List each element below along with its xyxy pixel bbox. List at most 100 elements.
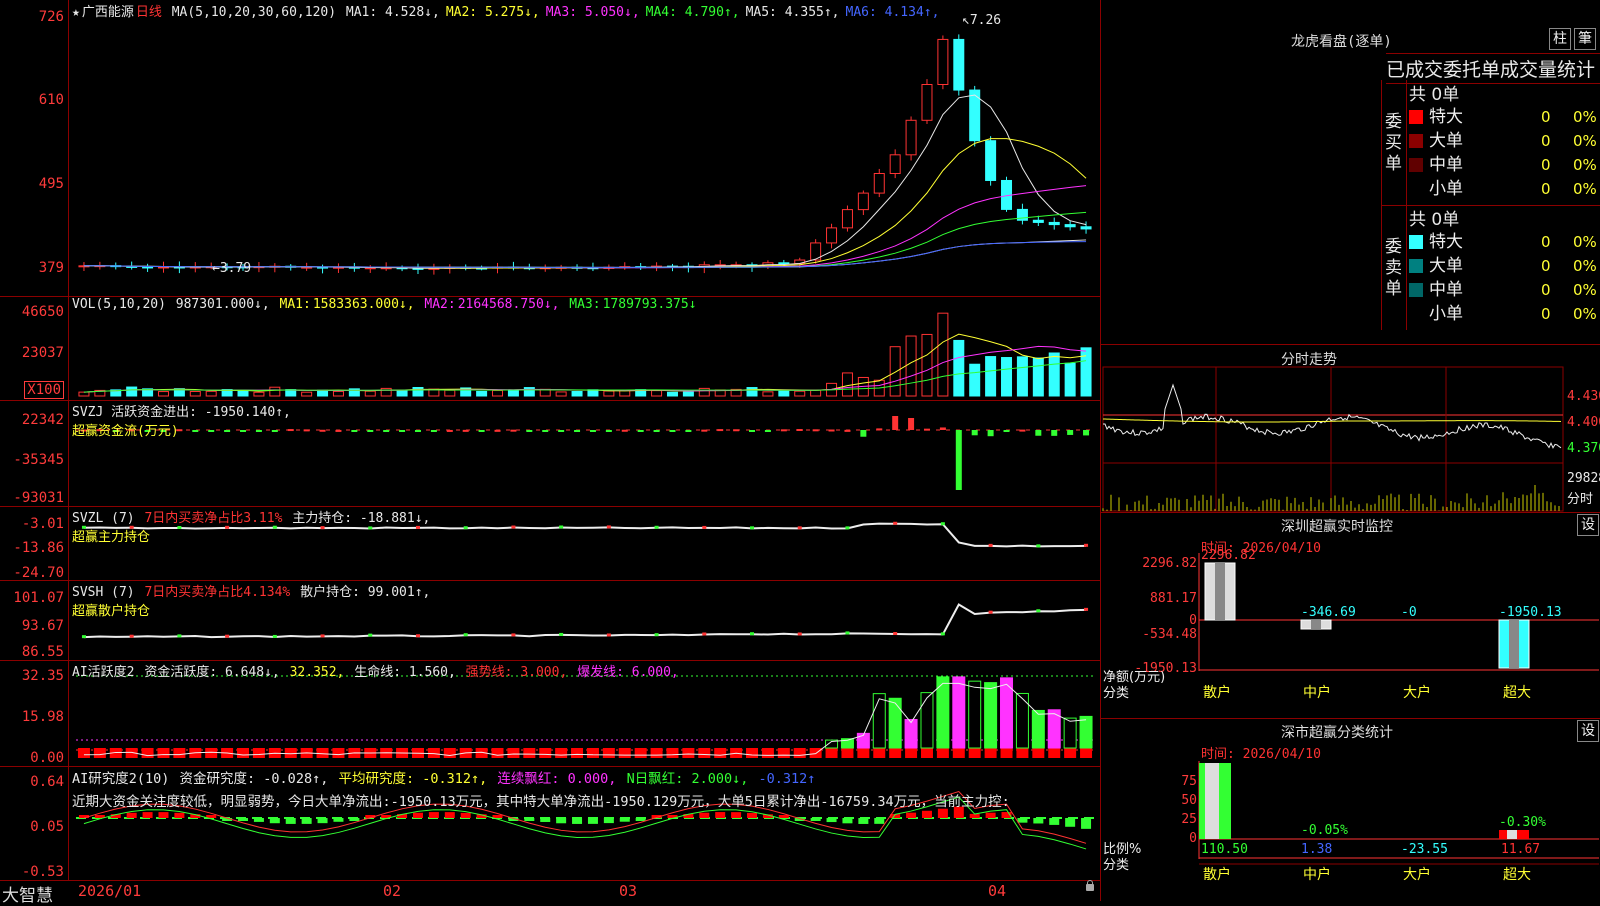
fund-flow-bar: [367, 430, 374, 432]
lock-icon[interactable]: [1086, 884, 1094, 891]
color-swatch: [1409, 259, 1423, 273]
activity-base-bar: [841, 748, 854, 758]
volume-bar: [317, 389, 329, 397]
intraday-panel[interactable]: 分时走势 4.430 4.400 4.370 29828 分时: [1100, 344, 1600, 513]
activity-base-bar: [93, 748, 106, 758]
bar-view-button[interactable]: 柱: [1549, 28, 1571, 50]
holding-marker: [559, 525, 564, 529]
category-label: 超大: [1503, 867, 1531, 883]
volume-bar: [937, 312, 949, 397]
research-bar: [1065, 818, 1076, 827]
fund-flow-bar: [844, 429, 851, 432]
monitor-panel[interactable]: 深圳超赢实时监控 设 2296.82 881.17 0 -534.48 -1950.13…: [1100, 512, 1600, 719]
ai-research-panel[interactable]: 0.64 0.05 -0.53 AI研究度2(10) 资金研究度: -0.028…: [0, 766, 1100, 880]
category-label: 中户: [1303, 684, 1331, 701]
fund-flow-bar: [1067, 430, 1074, 435]
holding-marker: [845, 526, 850, 530]
fund-flow-bar: [892, 416, 899, 430]
fund-flow-bar: [1019, 429, 1026, 432]
kline-chart[interactable]: [0, 0, 1100, 296]
volume-bar: [444, 389, 456, 397]
activity-base-bar: [237, 748, 250, 758]
volume-bar: [189, 390, 201, 397]
order-percent: 0%: [1573, 108, 1597, 126]
period-label[interactable]: 日线: [136, 5, 162, 20]
ma-line: [83, 211, 1087, 269]
intraday-chart[interactable]: [1101, 345, 1600, 513]
classify-value: 1.38: [1301, 842, 1332, 857]
order-size-label: 中单: [1429, 155, 1463, 175]
svsh-header: SVSH (7) 7日内买卖净占比4.134% 散户持仓: 99.001↑, 超…: [72, 585, 431, 619]
ma-value-2: MA2: 5.275↓,: [445, 5, 540, 20]
ma-value-6: MA6: 4.134↑,: [845, 5, 940, 20]
svzj-panel[interactable]: 22342 -35345 -93031 SVZJ 活跃资金进出: -1950.1…: [0, 400, 1100, 507]
star-icon[interactable]: ★: [72, 5, 80, 20]
volume-bar: [778, 389, 790, 397]
fund-flow-bar: [494, 429, 501, 432]
classify-bar-core: [1205, 763, 1219, 839]
order-percent: 0%: [1573, 305, 1597, 323]
date-tick: 04: [988, 882, 1007, 900]
holding-marker: [225, 634, 230, 638]
activity-base-bar: [332, 748, 345, 758]
order-row: 中单 0 0%: [1409, 153, 1600, 177]
classify-panel[interactable]: 深市超赢分类统计 设 75 50 25 0 -0.05% -0.30% 110.50 1.38…: [1100, 718, 1600, 901]
color-swatch: [1409, 158, 1423, 172]
activity-base-bar: [252, 748, 265, 758]
research-bar: [858, 818, 869, 824]
activity-base-bar: [666, 748, 679, 758]
volume-panel[interactable]: 46650 23037 X100 VOL(5,10,20) 987301.000…: [0, 296, 1100, 401]
low-price-mark: ←3.79: [212, 261, 252, 276]
fund-flow-bar: [669, 430, 676, 432]
research-bar: [412, 812, 423, 818]
activity-bar: [952, 676, 966, 749]
ai-activity-panel[interactable]: 32.35 15.98 0.00 AI活跃度2 资金活跃度: 6.648↓, 3…: [0, 660, 1100, 767]
research-bar: [444, 812, 455, 818]
candle-body: [826, 227, 838, 244]
holding-marker: [988, 543, 993, 547]
category-label: 超大: [1503, 685, 1531, 701]
holding-marker: [511, 525, 516, 529]
candle-body: [778, 262, 790, 265]
activity-bar: [888, 697, 902, 749]
activity-base-bar: [793, 748, 806, 758]
research-bar: [126, 812, 137, 818]
holding-marker: [606, 525, 611, 529]
candle-body: [857, 192, 869, 211]
svzl-panel[interactable]: -3.01 -13.86 -24.70 SVZL (7) 7日内买卖净占比3.1…: [0, 506, 1100, 581]
date-axis: 大智慧 2026/01 02 03 04: [0, 880, 1100, 906]
activity-base-bar: [777, 748, 790, 758]
classify-chart[interactable]: 75 50 25 0 -0.05% -0.30% 110.50 1.38 -23.55 11.67…: [1101, 719, 1600, 901]
classify-value: 110.50: [1201, 842, 1248, 857]
order-count: 0: [1541, 281, 1551, 299]
order-size-label: 小单: [1429, 304, 1463, 324]
ai-research-text: 近期大资金关注度较低，明显弱势，今日大单净流出:-1950.13万元，其中特大单…: [72, 794, 1010, 810]
monitor-chart[interactable]: 2296.82881.170-534.48-1950.132296.82-346…: [1101, 513, 1600, 719]
research-bar: [603, 818, 614, 824]
fund-flow-bar: [510, 429, 517, 432]
pen-view-button[interactable]: 筆: [1574, 28, 1596, 50]
activity-base-bar: [714, 748, 727, 758]
fund-flow-bar: [1083, 430, 1090, 436]
order-count: 0: [1541, 257, 1551, 275]
color-swatch: [1409, 283, 1423, 297]
ai-research-header: AI研究度2(10) 资金研究度: -0.028↑, 平均研究度: -0.312…: [72, 771, 1010, 810]
order-size-label: 特大: [1429, 107, 1463, 127]
volume-ma-line: [83, 360, 1087, 393]
buy-side-label: 委买单: [1385, 112, 1402, 174]
fund-flow-bar: [971, 430, 978, 436]
holding-marker: [415, 634, 420, 638]
research-bar: [699, 812, 710, 818]
order-size-label: 中单: [1429, 280, 1463, 300]
fund-flow-bar: [1003, 430, 1010, 432]
volume-bar: [794, 390, 806, 397]
monitor-axis-tick: 881.17: [1150, 591, 1197, 606]
research-bar: [921, 810, 932, 818]
research-bar: [842, 818, 853, 824]
monitor-axis-tick: 2296.82: [1142, 556, 1197, 571]
kline-panel[interactable]: 726 610 495 379 ★ 广西能源 日线 MA(5,10,20,30,60…: [0, 0, 1100, 297]
activity-base-bar: [77, 748, 90, 758]
svsh-panel[interactable]: 101.07 93.67 86.55 SVSH (7) 7日内买卖净占比4.13…: [0, 580, 1100, 661]
order-row: 特大 0 0%: [1409, 230, 1600, 254]
candle-body: [889, 154, 901, 174]
